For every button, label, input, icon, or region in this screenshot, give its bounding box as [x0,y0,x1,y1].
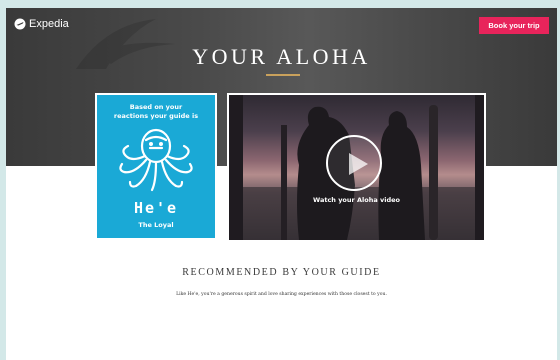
video-label: Watch your Aloha video [313,196,400,204]
recommended-description: Like He'e, you're a generous spirit and … [176,292,387,297]
guide-intro-line1: Based on your [129,103,183,111]
recommended-heading: RECOMMENDED BY YOUR GUIDE [182,267,381,278]
guide-intro: Based on your reactions your guide is [97,103,215,121]
guide-card: Based on your reactions your guide is He… [95,93,217,240]
guide-intro-line2: reactions your guide is [113,112,199,120]
guide-name: He'e [133,199,179,217]
aloha-video[interactable]: Watch your Aloha video [227,93,486,242]
logo-text: Expedia [29,18,69,30]
play-icon [349,153,368,175]
title-underline [266,74,300,76]
octopus-icon [119,128,193,192]
play-button[interactable] [326,135,382,191]
globe-plane-icon [14,18,26,30]
page-title: YOUR ALOHA [192,44,371,69]
book-trip-button[interactable]: Book your trip [479,17,549,34]
page: Expedia Book your trip YOUR ALOHA Based … [6,8,557,360]
guide-trait: The Loyal [138,221,174,229]
expedia-logo[interactable]: Expedia [14,17,69,31]
